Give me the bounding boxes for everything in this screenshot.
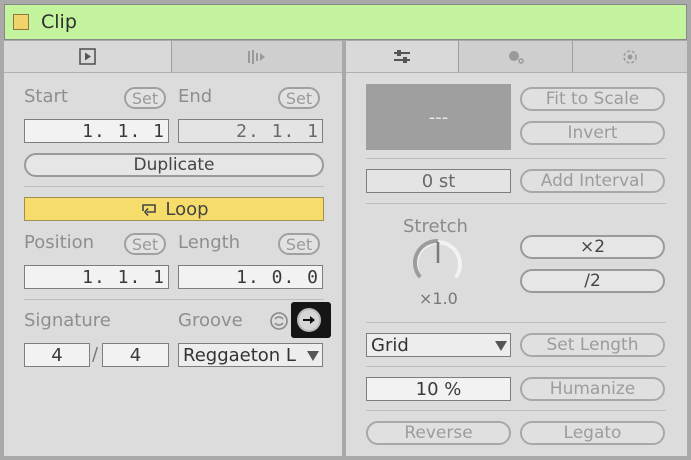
tab-launch[interactable] (573, 41, 687, 72)
reverse-button[interactable]: Reverse (366, 421, 511, 445)
groove-select[interactable]: Reggaeton L (178, 343, 323, 367)
legato-button[interactable]: Legato (520, 421, 665, 445)
launch-icon (623, 49, 637, 64)
pitch-display: --- (366, 84, 511, 150)
start-set-button[interactable]: Set (124, 87, 166, 109)
right-tab-bar (346, 41, 687, 73)
tab-sample[interactable] (172, 41, 342, 72)
stretch-value: ×1.0 (419, 289, 458, 308)
end-field[interactable]: 2. 1. 1 (178, 119, 323, 143)
end-set-button[interactable]: Set (278, 87, 320, 109)
fit-to-scale-button[interactable]: Fit to Scale (520, 87, 665, 111)
signature-denominator-field[interactable]: 4 (102, 343, 169, 367)
stretch-label: Stretch (403, 216, 468, 237)
signature-numerator-field[interactable]: 4 (24, 343, 90, 367)
tab-clip[interactable] (4, 41, 172, 72)
position-set-button[interactable]: Set (124, 233, 166, 255)
humanize-amount-field[interactable]: 10 % (366, 377, 511, 401)
loop-button[interactable]: Loop (24, 197, 324, 221)
chevron-down-icon (307, 351, 319, 361)
sample-waveform-icon (248, 49, 265, 64)
clip-title: Clip (41, 11, 77, 33)
notes-right-panel: --- Fit to Scale Invert 0 st Add Interva… (346, 73, 687, 456)
loop-label: Loop (165, 198, 209, 220)
humanize-button[interactable]: Humanize (520, 377, 665, 401)
set-length-button[interactable]: Set Length (520, 333, 665, 357)
grid-select[interactable]: Grid (366, 333, 511, 357)
signature-label: Signature (24, 310, 111, 331)
length-set-button[interactable]: Set (278, 233, 320, 255)
start-field[interactable]: 1. 1. 1 (24, 119, 169, 143)
left-tab-bar (4, 41, 342, 73)
groove-select-value: Reggaeton L (183, 345, 296, 366)
chevron-down-icon (495, 341, 507, 351)
commit-groove-icon[interactable] (268, 310, 290, 332)
end-label: End (178, 86, 213, 107)
add-interval-button[interactable]: Add Interval (520, 169, 665, 193)
stretch-times2-button[interactable]: ×2 (520, 235, 665, 259)
invert-button[interactable]: Invert (520, 121, 665, 145)
signature-slash: / (92, 344, 99, 365)
clip-color-square[interactable] (13, 14, 29, 30)
play-clip-icon (78, 47, 96, 65)
groove-label: Groove (178, 310, 243, 331)
length-label: Length (178, 232, 241, 253)
tab-envelopes[interactable] (459, 41, 573, 72)
tab-notes[interactable] (346, 41, 459, 72)
sliders-icon (394, 49, 410, 63)
position-field[interactable]: 1. 1. 1 (24, 265, 169, 289)
envelopes-icon (508, 50, 524, 64)
stretch-knob[interactable] (410, 236, 466, 286)
clip-title-bar[interactable]: Clip (4, 4, 687, 40)
groove-hot-swap-button[interactable] (291, 302, 331, 338)
clip-view: Clip Start Set End Set 1. 1. 1 2. 1. 1 D… (0, 0, 691, 460)
duplicate-button[interactable]: Duplicate (24, 153, 324, 177)
hot-swap-arrow-icon (303, 316, 315, 324)
loop-icon (142, 204, 157, 217)
clip-left-panel: Start Set End Set 1. 1. 1 2. 1. 1 Duplic… (4, 73, 342, 456)
start-label: Start (24, 86, 68, 107)
length-field[interactable]: 1. 0. 0 (178, 265, 323, 289)
position-label: Position (24, 232, 95, 253)
grid-select-value: Grid (371, 335, 409, 356)
stretch-div2-button[interactable]: /2 (520, 269, 665, 293)
transpose-field[interactable]: 0 st (366, 169, 511, 193)
